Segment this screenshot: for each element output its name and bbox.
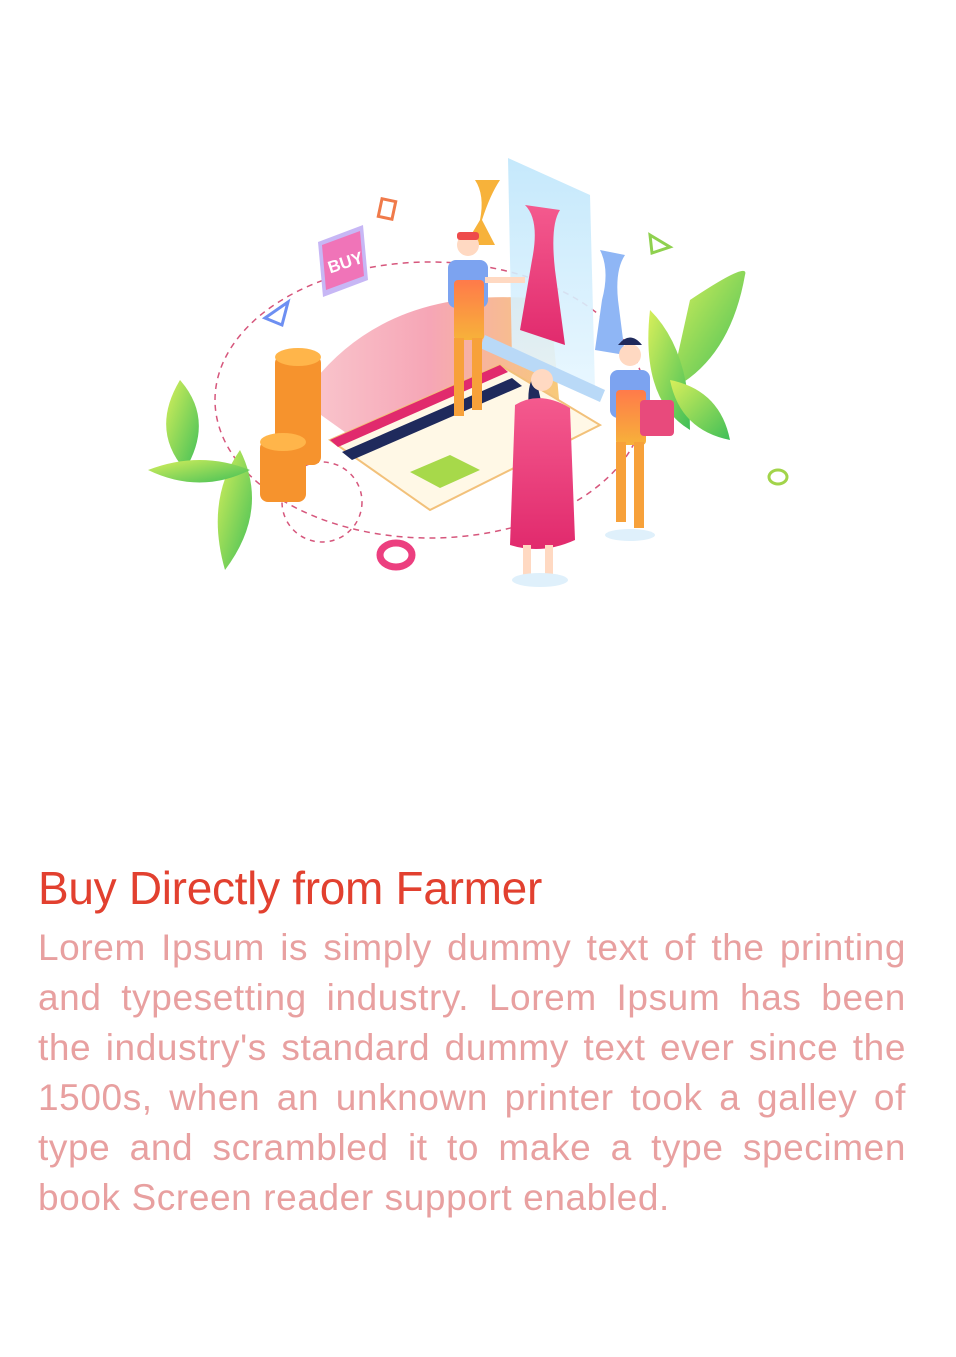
- onboarding-title: Buy Directly from Farmer: [38, 862, 542, 914]
- onboarding-description: Lorem Ipsum is simply dummy text of the …: [38, 927, 906, 1218]
- shopping-illustration: BUY: [130, 150, 810, 600]
